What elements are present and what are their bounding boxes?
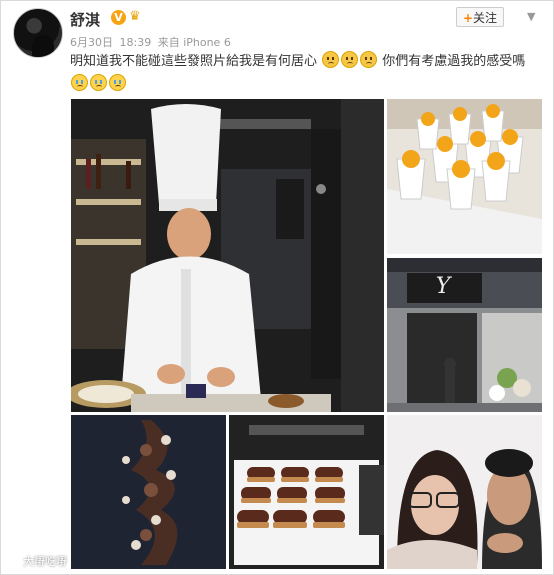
- dessert-scene: [387, 99, 542, 254]
- watermark-logo-icon: [6, 553, 20, 567]
- verified-v-icon: V: [111, 10, 126, 25]
- chef-scene: [71, 99, 384, 412]
- plus-icon: +: [462, 11, 474, 25]
- post-source: 来自 iPhone 6: [157, 36, 231, 49]
- crying-face-emoji: [71, 74, 88, 91]
- post-text-end: 你們有考慮過我的感受嗎: [382, 54, 526, 69]
- selfie-photo[interactable]: [387, 415, 542, 569]
- avatar[interactable]: [13, 8, 63, 58]
- sad-face-emoji: [360, 51, 378, 68]
- selfie-scene: [387, 415, 542, 569]
- crying-face-emoji: [90, 74, 107, 91]
- username[interactable]: 舒淇: [70, 9, 100, 30]
- storefront-sign: Y: [435, 274, 451, 299]
- emoji-row: [70, 73, 127, 92]
- dessert-cups-photo[interactable]: [387, 99, 542, 254]
- watermark: 大嘢吃嘢: [6, 553, 67, 569]
- post-meta: 6月30日 18:39 来自 iPhone 6: [70, 34, 234, 50]
- chocolate-sculpture-photo[interactable]: [71, 415, 226, 569]
- post-date[interactable]: 6月30日: [70, 36, 113, 49]
- sad-face-emoji: [341, 51, 359, 68]
- eclairs-tray-photo[interactable]: [229, 415, 384, 569]
- watermark-text: 大嘢吃嘢: [23, 555, 67, 568]
- chevron-down-icon[interactable]: ▼: [527, 10, 535, 23]
- eclairs-scene: [229, 415, 384, 569]
- post-text: 明知道我不能碰這些發照片給我是有何居心 你們有考慮過我的感受嗎: [70, 51, 540, 72]
- crying-face-emoji: [109, 74, 126, 91]
- sculpture-scene: [71, 415, 226, 569]
- post-text-main: 明知道我不能碰這些發照片給我是有何居心: [70, 54, 318, 69]
- sad-face-emoji: [322, 51, 340, 68]
- storefront-scene: [387, 258, 542, 412]
- follow-label: 关注: [473, 11, 498, 25]
- chef-cooking-photo[interactable]: [71, 99, 384, 412]
- crown-icon: ♛: [129, 9, 141, 24]
- post-time[interactable]: 18:39: [120, 36, 152, 49]
- storefront-photo[interactable]: Y: [387, 258, 542, 412]
- follow-button[interactable]: +关注: [456, 7, 504, 27]
